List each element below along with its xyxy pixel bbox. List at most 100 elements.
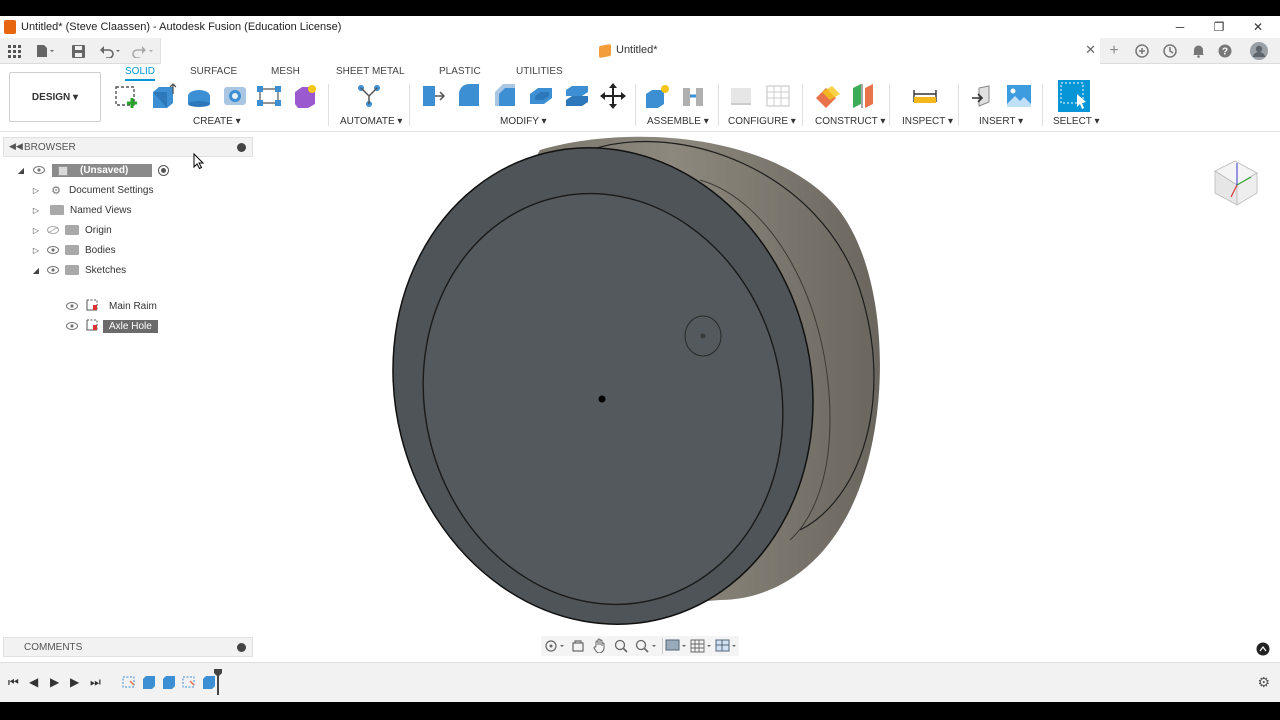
offset-plane-icon[interactable]: [814, 82, 842, 110]
viewport-toggle-icon[interactable]: [1256, 642, 1270, 656]
zoom-icon[interactable]: [614, 639, 628, 653]
timeline-step-forward-icon[interactable]: ▶: [70, 675, 79, 689]
configure-group-label[interactable]: CONFIGURE ▾: [728, 116, 796, 127]
new-tab-plus-icon[interactable]: +: [1105, 42, 1123, 60]
browser-pin-icon[interactable]: [237, 143, 246, 152]
undo-icon[interactable]: [98, 42, 124, 60]
plane-at-angle-icon[interactable]: [850, 82, 878, 110]
insert-canvas-icon[interactable]: [1005, 82, 1033, 110]
visibility-eye-icon[interactable]: [46, 243, 60, 257]
restore-button[interactable]: ❐: [1199, 16, 1239, 38]
expand-triangle-icon[interactable]: ▷: [31, 246, 41, 255]
timeline-play-icon[interactable]: ▶: [50, 675, 59, 689]
tab-plastic[interactable]: PLASTIC: [439, 66, 481, 77]
insert-derive-icon[interactable]: [969, 82, 997, 110]
look-at-icon[interactable]: [571, 639, 585, 653]
select-group-label[interactable]: SELECT ▾: [1053, 116, 1100, 127]
pattern-icon[interactable]: [255, 82, 283, 110]
apps-grid-icon[interactable]: [6, 42, 22, 60]
automate-group-label[interactable]: AUTOMATE ▾: [340, 116, 402, 127]
sketch-item-axle-hole[interactable]: Axle Hole: [65, 317, 158, 335]
user-avatar[interactable]: [1249, 42, 1269, 60]
save-icon[interactable]: [70, 42, 86, 60]
extensions-icon[interactable]: [1133, 42, 1151, 60]
visibility-eye-icon[interactable]: [65, 319, 79, 333]
notifications-bell-icon[interactable]: [1189, 42, 1207, 60]
comments-panel-header[interactable]: COMMENTS: [3, 637, 253, 657]
orbit-icon[interactable]: [544, 639, 566, 653]
pan-hand-icon[interactable]: [593, 638, 607, 653]
close-window-button[interactable]: ✕: [1238, 16, 1278, 38]
revolve-icon[interactable]: [185, 82, 213, 110]
browser-item-named-views[interactable]: ▷ Named Views: [31, 201, 138, 219]
fit-zoom-icon[interactable]: [635, 639, 659, 653]
viewcube-icon[interactable]: [1203, 151, 1263, 211]
configure-icon[interactable]: [728, 82, 756, 110]
browser-item-bodies[interactable]: ▷ Bodies: [31, 241, 122, 259]
shell-icon[interactable]: [527, 82, 555, 110]
add-comment-icon[interactable]: [237, 643, 246, 652]
help-icon[interactable]: ?: [1216, 42, 1234, 60]
fillet-icon[interactable]: [455, 82, 483, 110]
tab-mesh[interactable]: MESH: [271, 66, 300, 77]
timeline-go-end-icon[interactable]: ⏭: [90, 675, 101, 690]
create-form-icon[interactable]: [291, 82, 319, 110]
tab-solid[interactable]: SOLID: [125, 66, 156, 81]
document-tab[interactable]: Untitled* ✕: [160, 38, 1100, 64]
construct-group-label[interactable]: CONSTRUCT ▾: [815, 116, 885, 127]
press-pull-icon[interactable]: [419, 82, 447, 110]
activate-component-icon[interactable]: [158, 164, 170, 176]
automate-icon[interactable]: [355, 82, 383, 110]
expand-triangle-icon[interactable]: ▷: [31, 226, 41, 235]
chamfer-icon[interactable]: [491, 82, 519, 110]
browser-item-origin[interactable]: ▷ Origin: [31, 221, 118, 239]
sketch-item-main-raim[interactable]: Main Raim: [65, 297, 163, 315]
minimize-button[interactable]: ─: [1160, 16, 1200, 38]
move-copy-icon[interactable]: [599, 82, 627, 110]
measure-icon[interactable]: [911, 82, 939, 110]
viewports-icon[interactable]: [715, 639, 739, 653]
timeline-extrude-feature-icon[interactable]: [162, 675, 176, 689]
timeline-step-back-icon[interactable]: ◀: [29, 675, 38, 689]
close-document-tab-button[interactable]: ✕: [1085, 42, 1096, 58]
visibility-eye-icon[interactable]: [65, 299, 79, 313]
timeline-go-start-icon[interactable]: ⏮: [8, 675, 19, 690]
modify-group-label[interactable]: MODIFY ▾: [500, 116, 547, 127]
visibility-eye-icon[interactable]: [32, 163, 46, 177]
timeline-extrude-feature-icon[interactable]: [142, 675, 156, 689]
3d-viewport-canvas[interactable]: [260, 132, 1280, 662]
assemble-group-label[interactable]: ASSEMBLE ▾: [647, 116, 709, 127]
tab-surface[interactable]: SURFACE: [190, 66, 237, 77]
grid-snaps-icon[interactable]: [690, 639, 714, 653]
extrude-icon[interactable]: [149, 82, 177, 110]
new-component-icon[interactable]: [643, 82, 671, 110]
select-tool-icon[interactable]: [1058, 80, 1090, 112]
create-group-label[interactable]: CREATE ▾: [193, 116, 241, 127]
tab-sheet-metal[interactable]: SHEET METAL: [336, 66, 405, 77]
combine-icon[interactable]: [563, 82, 591, 110]
collapse-triangle-icon[interactable]: ◢: [31, 266, 41, 275]
insert-group-label[interactable]: INSERT ▾: [979, 116, 1023, 127]
inspect-group-label[interactable]: INSPECT ▾: [902, 116, 953, 127]
redo-icon[interactable]: [130, 42, 156, 60]
workspace-switcher-button[interactable]: DESIGN ▾: [9, 72, 101, 122]
tab-utilities[interactable]: UTILITIES: [516, 66, 563, 77]
file-menu-icon[interactable]: [34, 42, 56, 60]
hole-icon[interactable]: [221, 82, 249, 110]
expand-triangle-icon[interactable]: ▷: [31, 206, 41, 215]
job-status-icon[interactable]: [1161, 42, 1179, 60]
visibility-eye-icon[interactable]: [46, 263, 60, 277]
display-settings-icon[interactable]: [665, 639, 689, 653]
timeline-marker-icon[interactable]: [213, 669, 223, 695]
hidden-eye-icon[interactable]: [46, 223, 60, 237]
collapse-browser-icon[interactable]: ◀◀: [9, 141, 23, 152]
browser-item-sketches[interactable]: ◢ Sketches: [31, 261, 132, 279]
create-sketch-icon[interactable]: [113, 82, 141, 110]
timeline-sketch-feature-icon[interactable]: [182, 675, 196, 689]
browser-panel-header[interactable]: ◀◀ BROWSER: [3, 137, 253, 157]
browser-item-document-settings[interactable]: ▷ ⚙ Document Settings: [31, 181, 160, 199]
expand-triangle-icon[interactable]: ▷: [31, 186, 41, 195]
timeline-sketch-feature-icon[interactable]: [122, 675, 136, 689]
timeline-settings-gear-icon[interactable]: ⚙: [1257, 674, 1270, 691]
expand-triangle-icon[interactable]: ◢: [16, 166, 26, 175]
